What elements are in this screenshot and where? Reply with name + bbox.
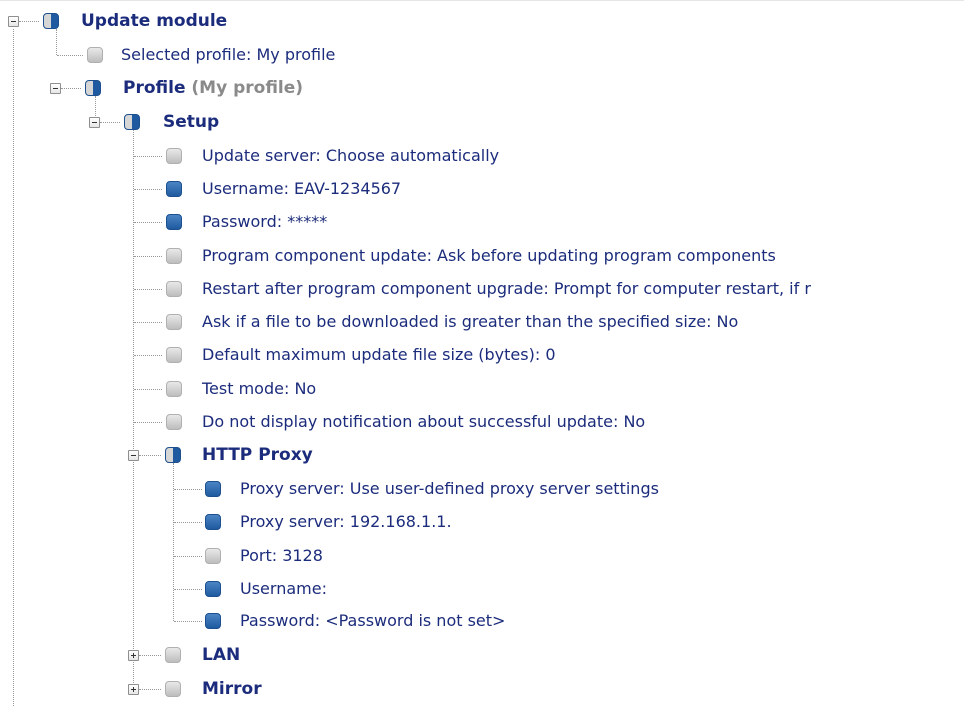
tree-branch (134, 289, 162, 290)
tree-branch (139, 455, 161, 456)
blue-circle-icon (205, 613, 221, 629)
collapse-setup-expander[interactable] (89, 117, 100, 128)
tree-branch (134, 422, 162, 423)
grey-circle-icon (166, 381, 182, 397)
setting-password[interactable]: Password: ***** (202, 212, 327, 232)
tree-branch (134, 189, 162, 190)
setting-program-component-update[interactable]: Program component update: Ask before upd… (202, 246, 776, 266)
tree-branch (139, 655, 161, 656)
setting-default-max-file-size[interactable]: Default maximum update file size (bytes)… (202, 345, 556, 365)
proxy-setting-server[interactable]: Proxy server: 192.168.1.1. (240, 512, 452, 532)
blue-circle-icon (166, 214, 182, 230)
half-blue-circle-icon (85, 80, 101, 96)
tree-branch (134, 389, 162, 390)
grey-circle-icon (166, 347, 182, 363)
half-blue-circle-icon (165, 447, 181, 463)
tree-branch (174, 589, 202, 590)
grey-circle-icon (165, 647, 181, 663)
root-node-label[interactable]: Update module (81, 11, 227, 31)
blue-circle-icon (205, 514, 221, 530)
tree-line-http-proxy (173, 463, 174, 621)
tree-branch (134, 222, 162, 223)
tree-branch (134, 355, 162, 356)
tree-branch (134, 256, 162, 257)
tree-branch (57, 55, 83, 56)
expand-lan-expander[interactable] (128, 650, 139, 661)
tree-line-root-child (56, 29, 57, 55)
collapse-http-proxy-expander[interactable] (128, 450, 139, 461)
http-proxy-node-label[interactable]: HTTP Proxy (202, 445, 313, 465)
tree-branch (134, 322, 162, 323)
tree-line-setup (133, 129, 134, 689)
profile-sub-label: (My profile) (191, 78, 304, 98)
grey-circle-icon (166, 414, 182, 430)
grey-circle-icon (205, 548, 221, 564)
setting-username[interactable]: Username: EAV-1234567 (202, 179, 401, 199)
blue-circle-icon (166, 181, 182, 197)
selected-profile-label[interactable]: Selected profile: My profile (121, 45, 335, 65)
tree-branch (174, 621, 202, 622)
tree-branch (134, 156, 162, 157)
half-blue-circle-icon (43, 13, 59, 29)
proxy-setting-password[interactable]: Password: <Password is not set> (240, 611, 505, 631)
grey-circle-icon (166, 248, 182, 264)
grey-circle-icon (166, 314, 182, 330)
tree-branch (174, 556, 202, 557)
setting-notification[interactable]: Do not display notification about succes… (202, 412, 645, 432)
collapse-root-expander[interactable] (8, 16, 19, 27)
setup-node-label[interactable]: Setup (163, 112, 219, 132)
top-border (0, 0, 964, 1)
tree-branch (174, 489, 202, 490)
grey-circle-icon (165, 681, 181, 697)
tree-branch (100, 122, 120, 123)
tree-branch (19, 21, 39, 22)
proxy-setting-port[interactable]: Port: 3128 (240, 546, 323, 566)
collapse-profile-expander[interactable] (50, 83, 61, 94)
tree-branch (139, 689, 161, 690)
blue-circle-icon (205, 481, 221, 497)
tree-branch (174, 522, 202, 523)
proxy-setting-mode[interactable]: Proxy server: Use user-defined proxy ser… (240, 479, 659, 499)
settings-tree-view: Update module Selected profile: My profi… (0, 0, 964, 706)
setting-ask-file-size[interactable]: Ask if a file to be downloaded is greate… (202, 312, 738, 332)
blue-circle-icon (205, 581, 221, 597)
setting-update-server[interactable]: Update server: Choose automatically (202, 146, 499, 166)
half-blue-circle-icon (124, 114, 140, 130)
expand-mirror-expander[interactable] (128, 684, 139, 695)
tree-line-root (13, 29, 14, 706)
grey-circle-icon (166, 148, 182, 164)
setting-restart-after-upgrade[interactable]: Restart after program component upgrade:… (202, 279, 811, 299)
mirror-node-label[interactable]: Mirror (202, 679, 262, 699)
setting-test-mode[interactable]: Test mode: No (202, 379, 316, 399)
profile-name: Profile (123, 78, 186, 98)
profile-node-label[interactable]: Profile (My profile) (123, 78, 303, 98)
grey-circle-icon (87, 47, 103, 63)
tree-branch (61, 88, 81, 89)
grey-circle-icon (166, 281, 182, 297)
proxy-setting-username[interactable]: Username: (240, 579, 327, 599)
lan-node-label[interactable]: LAN (202, 645, 240, 665)
